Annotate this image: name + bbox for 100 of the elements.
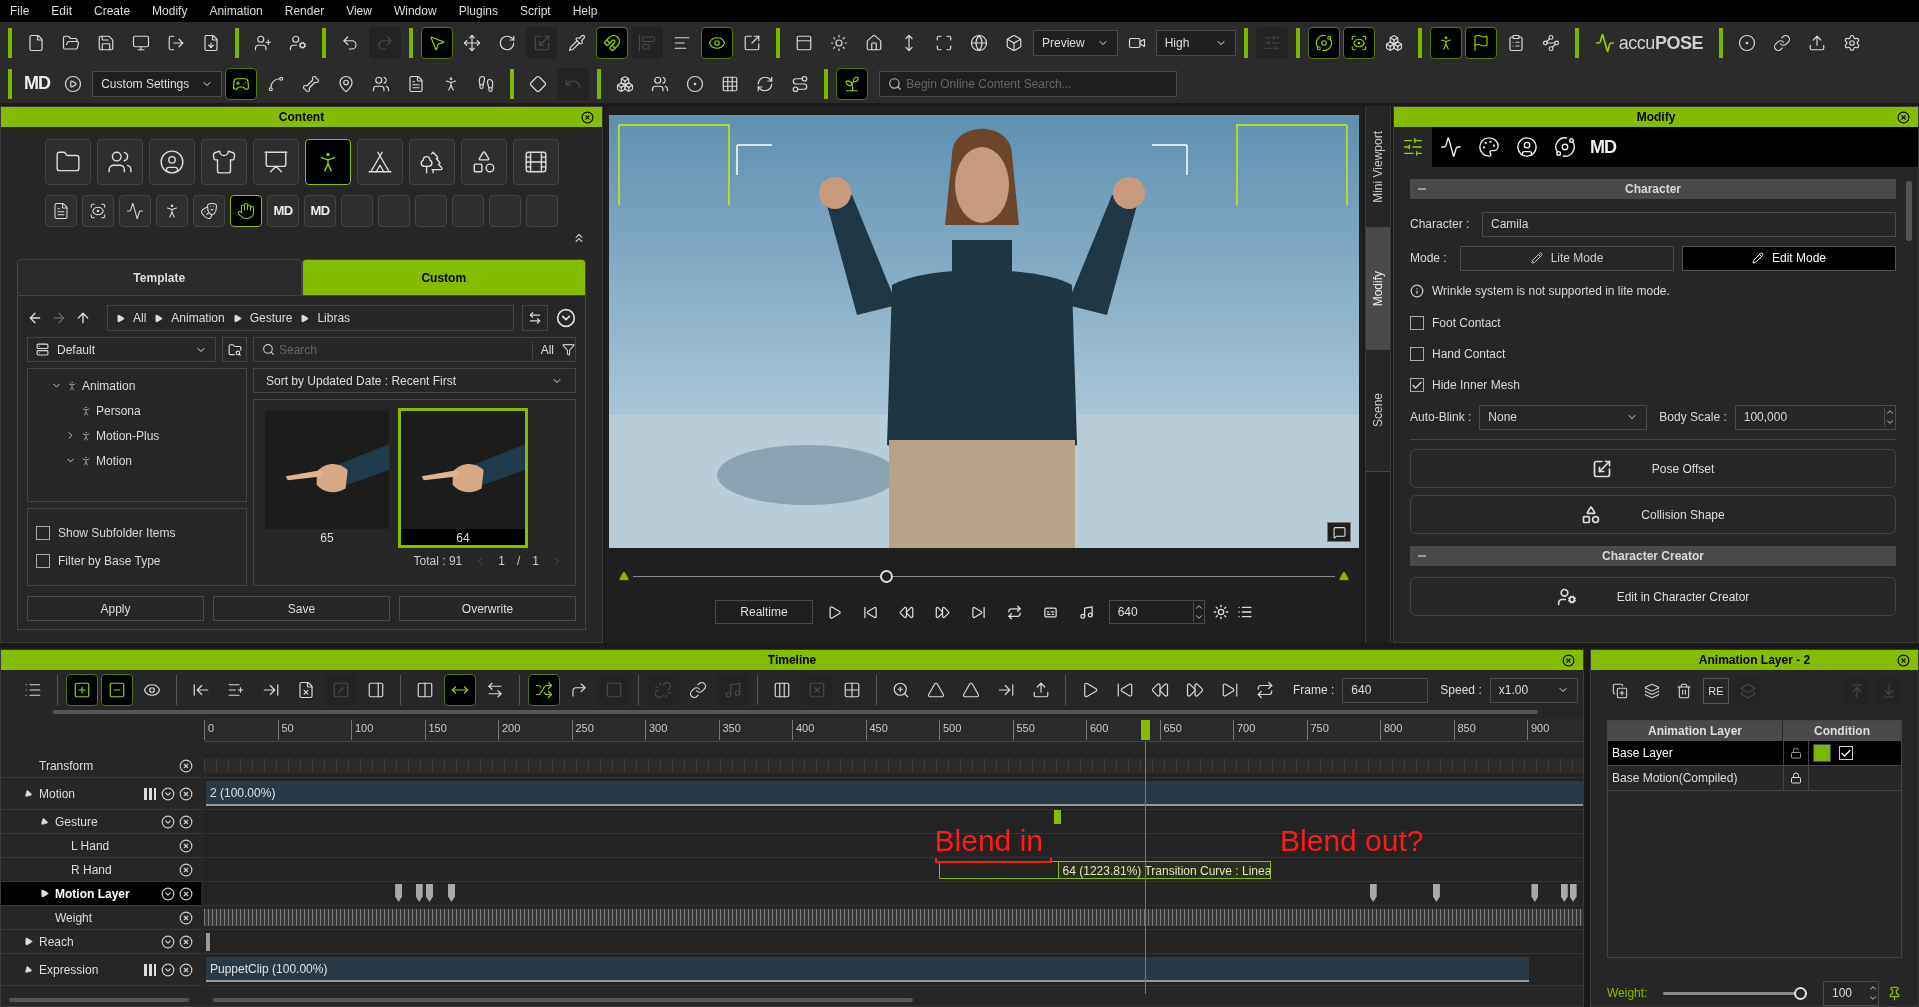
- md-logo-button[interactable]: MD: [267, 195, 299, 227]
- ruler-label: 850: [1453, 720, 1476, 740]
- side-tab[interactable]: Scene: [1366, 350, 1390, 472]
- side-tab[interactable]: Modify: [1366, 228, 1390, 350]
- panel-title: Modify: [1636, 109, 1676, 126]
- mode-button[interactable]: Lite Mode: [1460, 245, 1674, 271]
- md-logo-tab[interactable]: MD: [1584, 127, 1622, 167]
- track-header[interactable]: Motion Layer: [1, 882, 201, 906]
- re-button[interactable]: RE: [1703, 678, 1729, 704]
- breadcrumb-item[interactable]: Libras: [313, 309, 355, 327]
- md-logo-button[interactable]: MD: [304, 195, 336, 227]
- tree-label: Animation: [82, 377, 136, 395]
- menu-item[interactable]: Render: [284, 2, 325, 20]
- md-logo-button[interactable]: MD: [20, 67, 55, 100]
- section-title: Character Creator: [1601, 548, 1704, 565]
- layer-row[interactable]: Base Layer: [1608, 741, 1901, 766]
- action-button[interactable]: Edit in Character Creator: [1410, 577, 1896, 616]
- motion-clip[interactable]: 2 (100.00%): [206, 781, 1583, 806]
- info-message: Wrinkle system is not supported in lite mode.: [1432, 283, 1670, 300]
- thumbnail-item[interactable]: 65: [262, 408, 392, 548]
- dropdown[interactable]: Custom Settings: [92, 70, 223, 97]
- ruler-label: 300: [645, 720, 668, 740]
- page-count: 1: [532, 553, 539, 570]
- body-scale-field[interactable]: 100,000: [1734, 404, 1896, 430]
- section-title: Character: [1625, 181, 1681, 198]
- dropdown[interactable]: High: [1155, 30, 1236, 56]
- annotation-text: Blend out?: [1280, 824, 1424, 858]
- layer-row[interactable]: Base Motion(Compiled): [1608, 766, 1901, 791]
- checkbox-label: Hide Inner Mesh: [1432, 377, 1521, 394]
- action-button[interactable]: Apply: [27, 596, 204, 621]
- tree-item[interactable]: Motion: [28, 448, 246, 473]
- tree-label: Motion-Plus: [96, 427, 160, 445]
- menu-item[interactable]: View: [346, 2, 372, 20]
- column-header: Condition: [1813, 723, 1871, 740]
- ruler-label: 800: [1380, 720, 1403, 740]
- section-header[interactable]: Character: [1410, 179, 1896, 199]
- mode-button[interactable]: Edit Mode: [1682, 245, 1896, 271]
- action-button[interactable]: Collision Shape: [1410, 495, 1896, 534]
- section-header[interactable]: Character Creator: [1410, 546, 1896, 566]
- action-button[interactable]: Overwrite: [399, 596, 576, 621]
- layer-name: Base Layer: [1611, 745, 1674, 762]
- field-label: Auto-Blink :: [1410, 409, 1472, 426]
- track-label: L Hand: [71, 837, 111, 855]
- library-dropdown[interactable]: Default: [27, 337, 216, 362]
- field-label: Body Scale :: [1659, 409, 1727, 426]
- sort-dropdown[interactable]: Sort by Updated Date : Recent First: [253, 368, 576, 393]
- side-tab[interactable]: Mini Viewport: [1366, 106, 1390, 228]
- tree-item[interactable]: Animation: [28, 373, 246, 398]
- character-field[interactable]: Camila: [1482, 211, 1896, 237]
- menu-item[interactable]: File: [10, 2, 30, 20]
- thumbnail-label: 65: [320, 530, 334, 545]
- tab[interactable]: Template: [17, 259, 302, 296]
- motion-clip[interactable]: PuppetClip (100.00%): [206, 957, 1529, 982]
- checkbox-label: Foot Contact: [1432, 315, 1501, 332]
- weight-label: Weight:: [1607, 985, 1648, 1002]
- track-label: Expression: [39, 961, 100, 979]
- action-button[interactable]: Save: [213, 596, 390, 621]
- frame-field[interactable]: 640: [1342, 677, 1429, 703]
- ruler-label: 400: [792, 720, 815, 740]
- track-label: Motion Layer: [55, 885, 131, 903]
- panel-title: Content: [278, 109, 325, 126]
- ruler-label: 550: [1012, 720, 1035, 740]
- accupose-logo[interactable]: accuPOSE: [1618, 29, 1704, 57]
- menu-item[interactable]: Animation: [209, 2, 263, 20]
- frame-field[interactable]: 640: [1108, 600, 1205, 624]
- ruler-label: 350: [718, 720, 741, 740]
- checkbox-label: Filter by Base Type: [58, 553, 161, 570]
- field-label: Character :: [1410, 216, 1470, 233]
- tab[interactable]: Custom: [301, 259, 586, 296]
- auto-blink-dropdown[interactable]: None: [1479, 404, 1648, 430]
- menu-item[interactable]: Script: [520, 2, 551, 20]
- thumbnail-item[interactable]: 64: [398, 408, 528, 548]
- menu-item[interactable]: Window: [393, 2, 437, 20]
- track-label: Transform: [39, 757, 95, 775]
- tree-item[interactable]: Persona: [28, 398, 246, 423]
- ruler-label: 650: [1159, 720, 1182, 740]
- breadcrumb-item[interactable]: All: [129, 309, 151, 327]
- dropdown[interactable]: Preview: [1033, 30, 1118, 56]
- menu-item[interactable]: Plugins: [458, 2, 498, 20]
- menu-item[interactable]: Create: [94, 2, 131, 20]
- field-label: Speed :: [1440, 682, 1482, 699]
- track-label: Gesture: [55, 813, 99, 831]
- ruler-label: 250: [571, 720, 594, 740]
- breadcrumb-item[interactable]: Gesture: [245, 309, 297, 327]
- breadcrumb-item[interactable]: Animation: [167, 309, 229, 327]
- ruler-label: 0: [204, 720, 215, 740]
- realtime-button[interactable]: Realtime: [715, 600, 813, 624]
- panel-title: Timeline: [767, 652, 817, 669]
- tree-item[interactable]: Motion-Plus: [28, 423, 246, 448]
- tree-label: Persona: [96, 402, 141, 420]
- menu-item[interactable]: Help: [572, 2, 598, 20]
- weight-field[interactable]: 100: [1823, 980, 1879, 1006]
- field-label: Mode :: [1410, 250, 1448, 267]
- checkbox-label: Show Subfolder Items: [58, 525, 176, 542]
- speed-dropdown[interactable]: x1.00: [1489, 677, 1578, 703]
- action-button[interactable]: Pose Offset: [1410, 449, 1896, 488]
- menu-item[interactable]: Edit: [51, 2, 73, 20]
- layer-name: Base Motion(Compiled): [1611, 770, 1739, 787]
- ruler-label: 450: [865, 720, 888, 740]
- menu-item[interactable]: Modify: [152, 2, 188, 20]
